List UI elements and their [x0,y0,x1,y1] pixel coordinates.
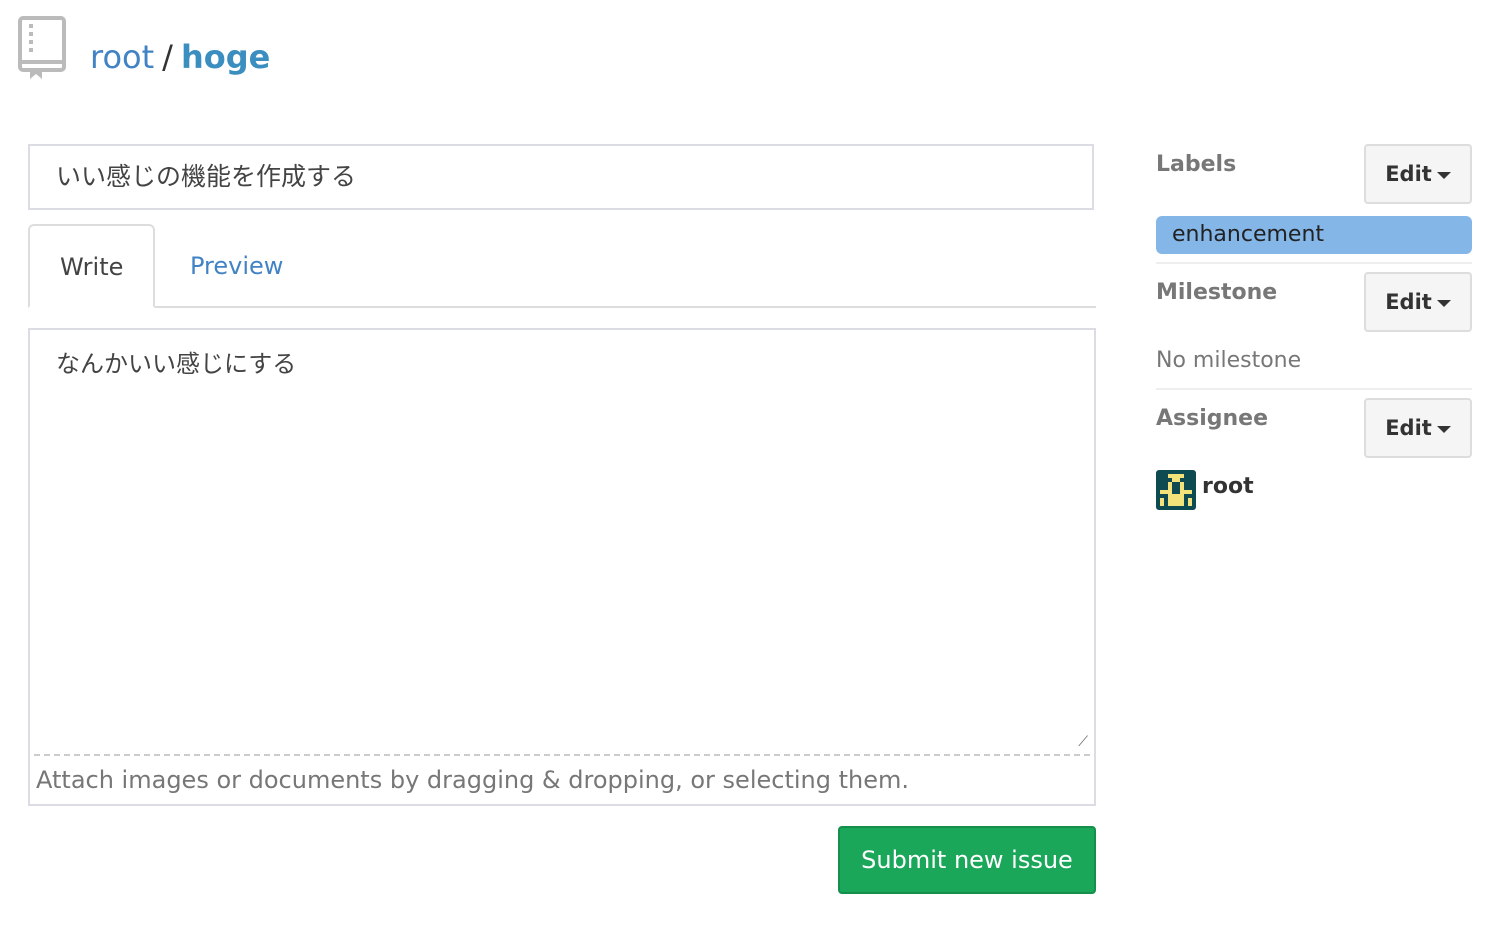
repo-link[interactable]: hoge [181,38,270,76]
label-badge: enhancement [1156,216,1472,254]
submit-issue-button[interactable]: Submit new issue [838,826,1096,894]
resize-handle-icon[interactable]: ⟋ [1078,734,1088,750]
labels-edit-button[interactable]: Edit [1364,144,1472,204]
labels-heading: Labels [1156,152,1237,177]
repo-icon [18,16,66,80]
avatar [1156,470,1196,510]
editor-tabs: Write Preview [28,224,1096,308]
milestone-value: No milestone [1156,348,1302,373]
owner-link[interactable]: root [90,38,154,76]
milestone-edit-button[interactable]: Edit [1364,272,1472,332]
tab-preview[interactable]: Preview [160,224,313,308]
tab-write[interactable]: Write [28,224,156,308]
edit-label: Edit [1385,162,1432,186]
dropzone-divider [34,754,1090,756]
breadcrumb: root / hoge [90,38,270,76]
assignee-edit-button[interactable]: Edit [1364,398,1472,458]
divider [1156,388,1472,390]
edit-label: Edit [1385,416,1432,440]
caret-down-icon [1436,171,1451,179]
assignee-name[interactable]: root [1202,474,1254,499]
caret-down-icon [1436,425,1451,433]
assignee-heading: Assignee [1156,406,1269,431]
caret-down-icon [1436,299,1451,307]
issue-body-text: なんかいい感じにする [56,350,297,378]
edit-label: Edit [1385,290,1432,314]
issue-title-input[interactable]: いい感じの機能を作成する [28,144,1094,210]
milestone-heading: Milestone [1156,280,1278,305]
issue-body-textarea[interactable]: なんかいい感じにする ⟋ Attach images or documents … [28,328,1096,806]
breadcrumb-separator: / [162,38,173,76]
attach-hint[interactable]: Attach images or documents by dragging &… [36,766,909,794]
divider [1156,262,1472,264]
